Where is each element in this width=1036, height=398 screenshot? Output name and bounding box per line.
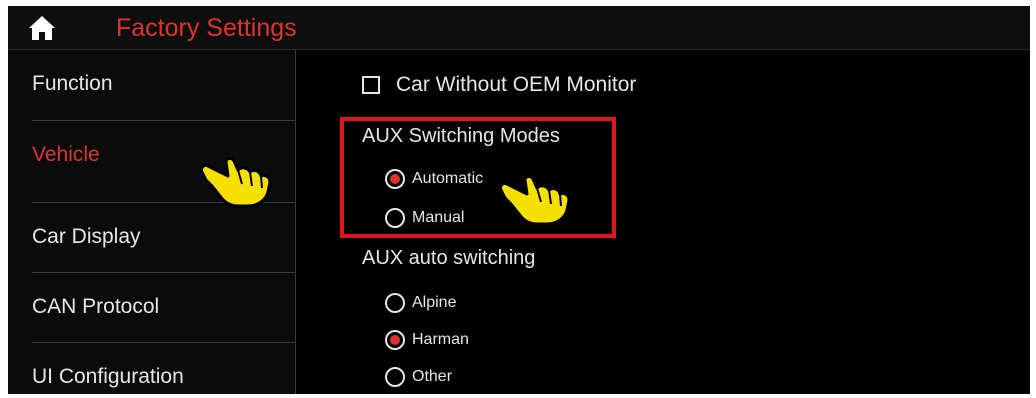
sidebar-item-car-display[interactable]: Car Display [8,203,296,271]
sidebar-item-label: UI Configuration [32,365,184,388]
factory-settings-screen: Factory Settings Function Vehicle Car Di… [8,6,1030,394]
radio-harman[interactable] [385,330,405,350]
sidebar-item-label: Vehicle [32,143,100,166]
home-icon[interactable] [28,15,56,41]
sidebar: Function Vehicle Car Display CAN Protoco… [8,50,296,394]
radio-label-alpine: Alpine [412,294,457,311]
sidebar-item-ui-configuration[interactable]: UI Configuration [8,343,296,394]
settings-panel: Car Without OEM Monitor AUX Switching Mo… [297,50,1030,394]
sidebar-item-label: Function [32,72,113,95]
sidebar-item-function[interactable]: Function [8,50,296,118]
sidebar-item-can-protocol[interactable]: CAN Protocol [8,273,296,341]
radio-label-other: Other [412,368,453,385]
radio-label-harman: Harman [412,331,469,348]
radio-alpine[interactable] [385,293,405,313]
checkbox-label: Car Without OEM Monitor [396,73,637,96]
radio-other[interactable] [385,367,405,387]
car-without-oem-monitor-checkbox[interactable] [362,76,380,94]
pointing-hand-icon [200,157,272,208]
header-bar: Factory Settings [8,6,1030,50]
page-title: Factory Settings [116,14,297,42]
sidebar-divider [295,50,296,394]
aux-auto-switching-title: AUX auto switching [362,247,536,269]
sidebar-item-label: CAN Protocol [32,295,160,318]
sidebar-item-label: Car Display [32,225,141,248]
pointing-hand-icon [499,175,571,226]
